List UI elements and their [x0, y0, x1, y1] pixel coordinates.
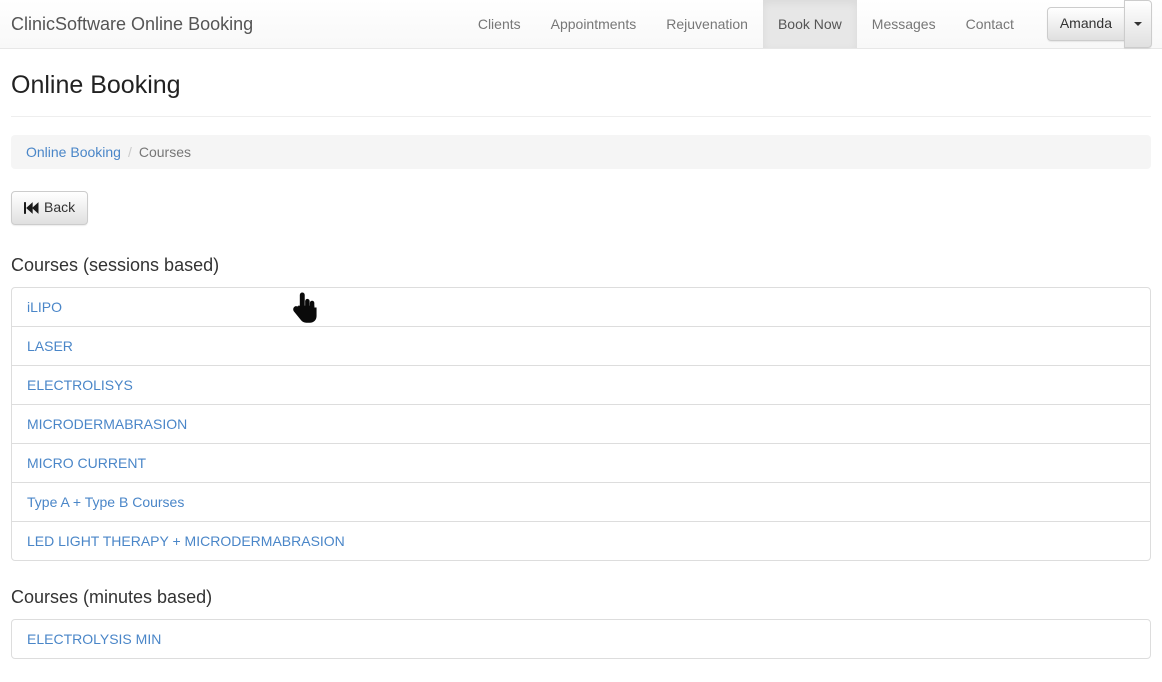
course-link-electrolysis-min[interactable]: ELECTROLYSIS MIN: [12, 620, 1150, 658]
course-link-micro-current[interactable]: MICRO CURRENT: [12, 443, 1150, 482]
nav-item-appointments[interactable]: Appointments: [536, 0, 652, 48]
nav-item-rejuvenation[interactable]: Rejuvenation: [651, 0, 763, 48]
title-divider: [11, 116, 1151, 117]
user-dropdown-button[interactable]: [1124, 0, 1152, 48]
course-link-led-light-therapy[interactable]: LED LIGHT THERAPY + MICRODERMABRASION: [12, 521, 1150, 560]
nav-item-messages[interactable]: Messages: [857, 0, 951, 48]
nav-item-clients[interactable]: Clients: [463, 0, 536, 48]
nav-item-contact[interactable]: Contact: [951, 0, 1029, 48]
course-link-electrolisys[interactable]: ELECTROLISYS: [12, 365, 1150, 404]
breadcrumb-link-online-booking[interactable]: Online Booking: [26, 144, 121, 160]
brand-link[interactable]: ClinicSoftware Online Booking: [11, 0, 253, 48]
user-button[interactable]: Amanda: [1047, 7, 1125, 41]
back-button-label: Back: [44, 198, 75, 218]
breadcrumb-separator: /: [121, 144, 139, 160]
course-link-laser[interactable]: LASER: [12, 326, 1150, 365]
breadcrumb-current-courses: Courses: [139, 144, 191, 160]
course-link-microdermabrasion[interactable]: MICRODERMABRASION: [12, 404, 1150, 443]
back-button[interactable]: Back: [11, 191, 88, 225]
backward-icon: [24, 202, 39, 214]
main-content: Online Booking Online Booking / Courses …: [0, 71, 1162, 659]
course-link-ilipo[interactable]: iLIPO: [12, 288, 1150, 326]
minutes-courses-list: ELECTROLYSIS MIN: [11, 619, 1151, 659]
caret-down-icon: [1134, 22, 1142, 26]
sessions-courses-list: iLIPO LASER ELECTROLISYS MICRODERMABRASI…: [11, 287, 1151, 561]
navbar-menu: Clients Appointments Rejuvenation Book N…: [463, 0, 1162, 48]
page-title: Online Booking: [11, 71, 1151, 100]
breadcrumb: Online Booking / Courses: [11, 135, 1151, 169]
course-link-type-a-type-b[interactable]: Type A + Type B Courses: [12, 482, 1150, 521]
nav-item-book-now[interactable]: Book Now: [763, 0, 857, 48]
user-button-group: Amanda: [1047, 0, 1152, 48]
top-navbar: ClinicSoftware Online Booking Clients Ap…: [0, 0, 1162, 49]
sessions-courses-heading: Courses (sessions based): [11, 255, 1151, 276]
minutes-courses-heading: Courses (minutes based): [11, 587, 1151, 608]
